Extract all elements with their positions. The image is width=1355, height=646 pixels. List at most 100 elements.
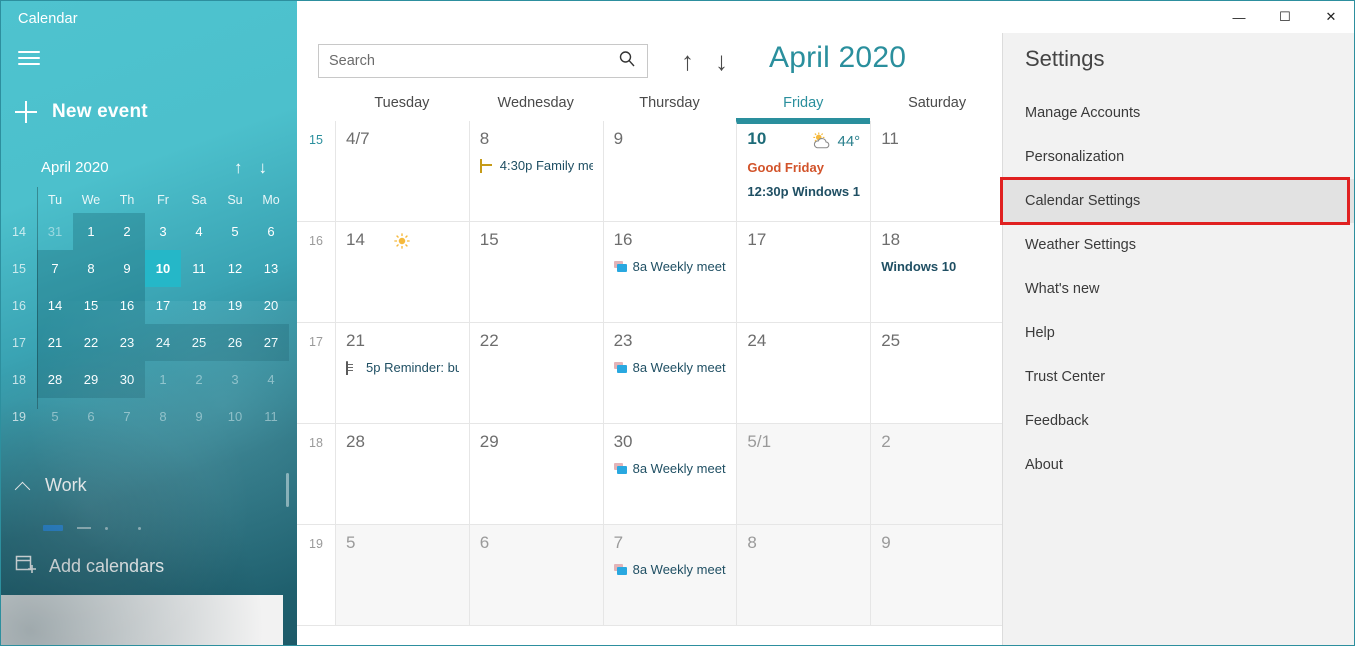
mini-day-cell[interactable]: 17	[145, 287, 181, 324]
settings-nav-button[interactable]	[1, 595, 283, 645]
calendar-event[interactable]: 8a Weekly meet	[613, 562, 727, 577]
settings-menu-item[interactable]: Feedback	[1003, 399, 1354, 443]
mini-day-cell[interactable]: 6	[253, 213, 289, 250]
day-cell[interactable]: 5/1	[736, 424, 871, 524]
mini-day-cell[interactable]: 4	[253, 361, 289, 398]
day-cell[interactable]: 29	[468, 424, 603, 524]
mini-day-cell[interactable]: 12	[217, 250, 253, 287]
settings-menu-item[interactable]: Trust Center	[1003, 355, 1354, 399]
mini-calendar[interactable]: Tu We Th Fr Sa Su Mo 14 31 1 2 3 4 5 6 15 7 8 9 10 11 12 13 16 1…	[1, 187, 289, 435]
day-cell[interactable]: 21 5p Reminder: bu	[335, 323, 469, 423]
mini-day-cell[interactable]: 15	[73, 287, 109, 324]
mini-day-cell[interactable]: 2	[181, 361, 217, 398]
search-input[interactable]	[329, 53, 617, 69]
settings-menu-item[interactable]: Personalization	[1003, 135, 1354, 179]
mini-day-cell[interactable]: 9	[109, 250, 145, 287]
next-month-icon[interactable]: ↓	[715, 44, 728, 78]
mini-day-cell[interactable]: 28	[37, 361, 73, 398]
mini-day-cell[interactable]: 10	[145, 250, 181, 287]
mini-day-cell[interactable]: 19	[217, 287, 253, 324]
mini-day-cell[interactable]: 11	[253, 398, 289, 435]
mini-day-cell[interactable]: 8	[145, 398, 181, 435]
settings-menu-item[interactable]: Calendar Settings	[1000, 177, 1354, 225]
mini-day-cell[interactable]: 30	[109, 361, 145, 398]
day-cell[interactable]: 8 4:30p Family me	[468, 121, 603, 221]
mini-day-cell[interactable]: 31	[37, 213, 73, 250]
minimize-button[interactable]: —	[1216, 1, 1262, 33]
day-cell[interactable]: 24	[736, 323, 870, 423]
settings-menu-item[interactable]: Weather Settings	[1003, 223, 1354, 267]
mini-day-cell[interactable]: 3	[217, 361, 253, 398]
day-cell[interactable]: 7 8a Weekly meet	[602, 525, 737, 625]
maximize-button[interactable]: ☐	[1262, 1, 1308, 33]
settings-menu-item[interactable]: About	[1003, 443, 1354, 487]
mini-day-cell[interactable]: 7	[37, 250, 73, 287]
mini-day-cell[interactable]: 24	[145, 324, 181, 361]
day-cell[interactable]: 16 8a Weekly meet	[602, 222, 737, 322]
mini-day-cell[interactable]: 1	[73, 213, 109, 250]
mini-day-cell[interactable]: 2	[109, 213, 145, 250]
mini-day-cell[interactable]: 22	[73, 324, 109, 361]
mini-day-cell[interactable]: 7	[109, 398, 145, 435]
day-cell[interactable]: 11	[870, 121, 1004, 221]
prev-month-icon[interactable]: ↑	[681, 44, 694, 78]
day-cell[interactable]: 9	[870, 525, 1004, 625]
search-icon[interactable]	[617, 49, 637, 74]
search-box[interactable]	[318, 44, 648, 78]
calendar-event[interactable]: Windows 10	[881, 259, 994, 274]
day-cell[interactable]: 15	[468, 222, 603, 322]
mini-day-cell[interactable]: 21	[37, 324, 73, 361]
mini-day-cell[interactable]: 16	[109, 287, 145, 324]
calendar-event[interactable]: 5p Reminder: bu	[346, 360, 459, 375]
mini-day-cell[interactable]: 8	[73, 250, 109, 287]
day-cell[interactable]: 5	[335, 525, 469, 625]
calendar-event[interactable]: 8a Weekly meet	[613, 360, 727, 375]
day-cell[interactable]: 2	[870, 424, 1004, 524]
mini-day-cell[interactable]: 20	[253, 287, 289, 324]
day-cell[interactable]: 14	[335, 222, 469, 322]
mini-day-cell[interactable]: 29	[73, 361, 109, 398]
mini-day-cell[interactable]: 25	[181, 324, 217, 361]
day-cell[interactable]: 8	[736, 525, 871, 625]
work-calendar-group[interactable]: Work	[15, 475, 87, 496]
mini-day-cell[interactable]: 4	[181, 213, 217, 250]
calendar-event[interactable]: Good Friday	[747, 160, 860, 175]
mini-day-cell[interactable]: 6	[73, 398, 109, 435]
day-cell[interactable]: 4/7	[335, 121, 469, 221]
calendar-event[interactable]: 4:30p Family me	[479, 158, 593, 173]
mini-day-cell[interactable]: 26	[217, 324, 253, 361]
new-event-button[interactable]: New event	[15, 101, 148, 123]
sidebar-scrollbar[interactable]	[286, 473, 289, 507]
day-cell[interactable]: 6	[468, 525, 603, 625]
mini-day-cell[interactable]: 23	[109, 324, 145, 361]
mini-day-cell[interactable]: 11	[181, 250, 217, 287]
mini-day-cell[interactable]: 5	[37, 398, 73, 435]
mini-day-cell[interactable]: 3	[145, 213, 181, 250]
mini-day-cell[interactable]: 1	[145, 361, 181, 398]
mini-calendar-next-icon[interactable]: ↓	[259, 159, 268, 176]
settings-menu-item[interactable]: Manage Accounts	[1003, 91, 1354, 135]
day-cell[interactable]: 22	[468, 323, 603, 423]
settings-menu-item[interactable]: What's new	[1003, 267, 1354, 311]
hamburger-icon[interactable]	[18, 51, 40, 67]
day-cell[interactable]: 30 8a Weekly meet	[602, 424, 737, 524]
day-cell[interactable]: 23 8a Weekly meet	[602, 323, 737, 423]
mini-day-cell[interactable]: 14	[37, 287, 73, 324]
calendar-event[interactable]: 12:30p Windows 1(	[747, 184, 860, 199]
mini-day-cell[interactable]: 10	[217, 398, 253, 435]
mini-day-cell[interactable]: 27	[253, 324, 289, 361]
calendar-event[interactable]: 8a Weekly meet	[613, 259, 727, 274]
settings-menu-item[interactable]: Help	[1003, 311, 1354, 355]
day-cell[interactable]: 28	[335, 424, 469, 524]
close-button[interactable]: ✕	[1308, 1, 1354, 33]
day-cell[interactable]: 10 44° Good Friday 12:30p Windows 1(	[736, 121, 871, 221]
mini-day-cell[interactable]: 18	[181, 287, 217, 324]
calendar-event[interactable]: 8a Weekly meet	[613, 461, 727, 476]
mini-day-cell[interactable]: 5	[217, 213, 253, 250]
day-cell[interactable]: 25	[870, 323, 1004, 423]
mini-day-cell[interactable]: 13	[253, 250, 289, 287]
day-cell[interactable]: 17	[736, 222, 870, 322]
day-cell[interactable]: 9	[602, 121, 737, 221]
add-calendars-button[interactable]: Add calendars	[15, 553, 164, 580]
day-cell[interactable]: 18 Windows 10	[870, 222, 1004, 322]
